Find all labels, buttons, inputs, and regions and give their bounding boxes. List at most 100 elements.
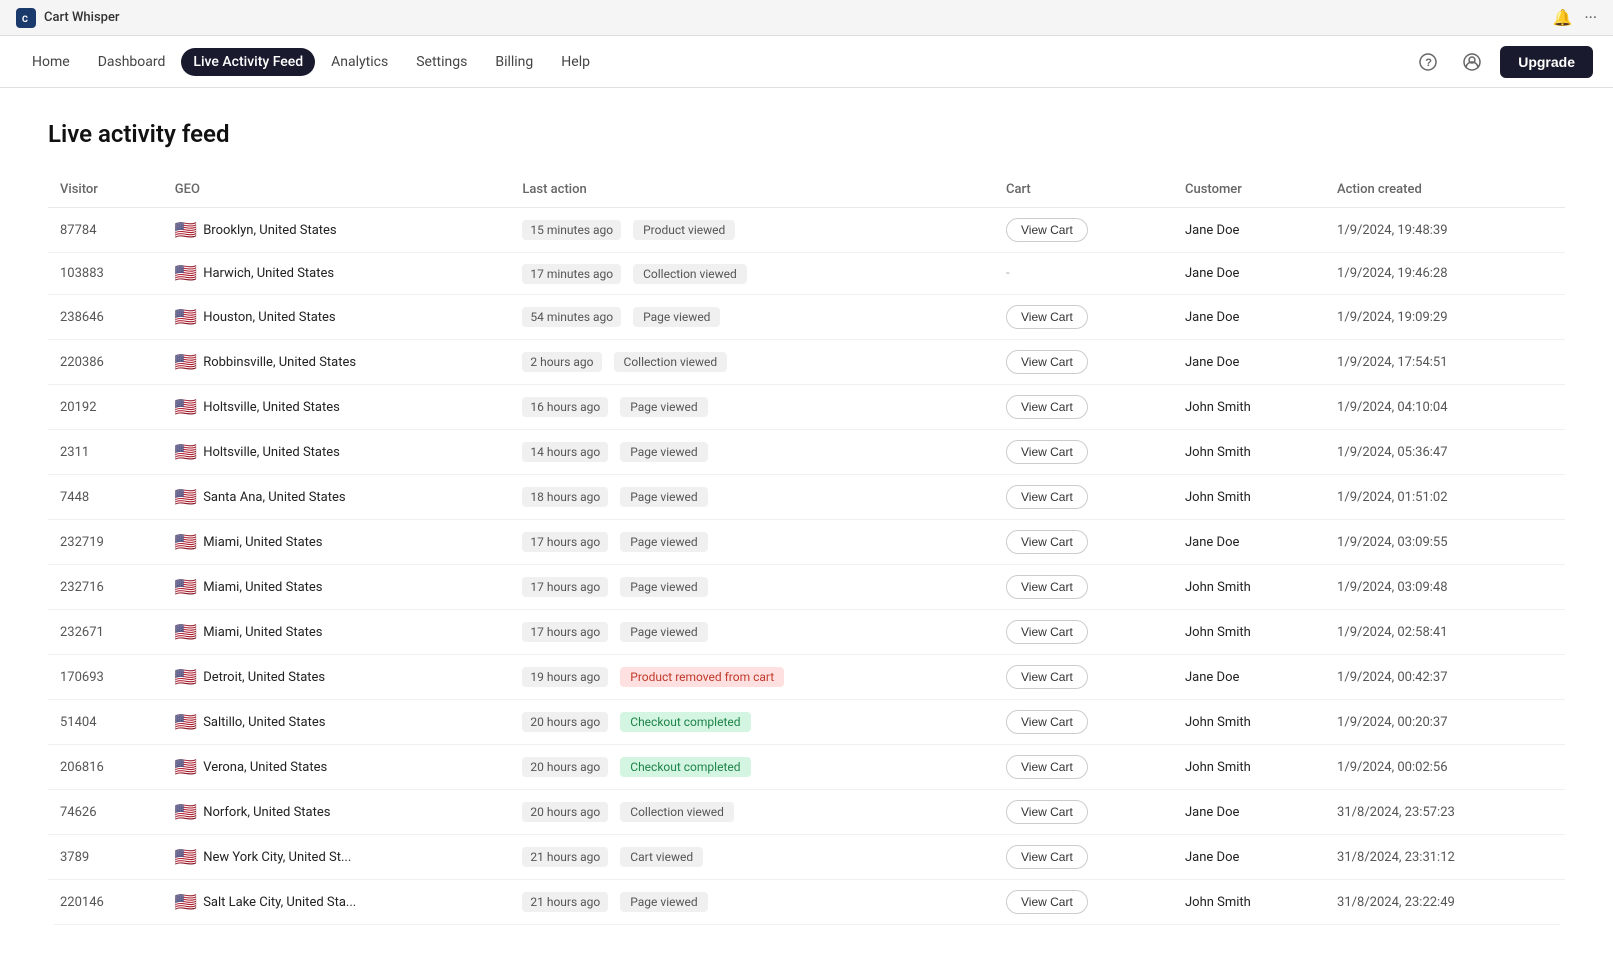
cell-cart[interactable]: View Cart xyxy=(994,385,1173,430)
view-cart-button[interactable]: View Cart xyxy=(1006,845,1088,869)
cell-cart[interactable]: View Cart xyxy=(994,790,1173,835)
cell-last-action: 20 hours agoCollection viewed xyxy=(510,790,994,835)
view-cart-button[interactable]: View Cart xyxy=(1006,710,1088,734)
cell-cart[interactable]: View Cart xyxy=(994,700,1173,745)
flag-icon: 🇺🇸 xyxy=(175,802,197,823)
cell-last-action: 17 hours agoPage viewed xyxy=(510,610,994,655)
bell-icon[interactable]: 🔔 xyxy=(1553,8,1573,27)
action-badge: Product removed from cart xyxy=(620,667,784,687)
view-cart-button[interactable]: View Cart xyxy=(1006,575,1088,599)
time-badge: 17 hours ago xyxy=(522,577,608,597)
view-cart-button[interactable]: View Cart xyxy=(1006,218,1088,242)
cell-customer: Jane Doe xyxy=(1173,253,1325,295)
upgrade-button[interactable]: Upgrade xyxy=(1500,46,1593,78)
action-badge: Page viewed xyxy=(620,892,707,912)
action-badge: Checkout completed xyxy=(620,712,750,732)
cell-action-created: 1/9/2024, 17:54:51 xyxy=(1325,340,1565,385)
cell-customer: Jane Doe xyxy=(1173,790,1325,835)
cell-customer: Jane Doe xyxy=(1173,520,1325,565)
view-cart-button[interactable]: View Cart xyxy=(1006,800,1088,824)
help-button[interactable]: ? xyxy=(1412,46,1444,78)
cell-cart[interactable]: View Cart xyxy=(994,880,1173,925)
cell-cart[interactable]: View Cart xyxy=(994,655,1173,700)
nav-link-help[interactable]: Help xyxy=(549,48,602,76)
cell-cart[interactable]: View Cart xyxy=(994,520,1173,565)
cell-customer: Jane Doe xyxy=(1173,340,1325,385)
nav-link-dashboard[interactable]: Dashboard xyxy=(86,48,178,76)
view-cart-button[interactable]: View Cart xyxy=(1006,305,1088,329)
more-icon[interactable]: ··· xyxy=(1584,8,1597,27)
view-cart-button[interactable]: View Cart xyxy=(1006,755,1088,779)
view-cart-button[interactable]: View Cart xyxy=(1006,665,1088,689)
cell-visitor: 220146 xyxy=(48,880,163,925)
geo-text: Detroit, United States xyxy=(203,670,325,685)
flag-icon: 🇺🇸 xyxy=(175,442,197,463)
cell-visitor: 74626 xyxy=(48,790,163,835)
table-row: 20192🇺🇸Holtsville, United States16 hours… xyxy=(48,385,1565,430)
cell-customer: Jane Doe xyxy=(1173,295,1325,340)
cell-customer: John Smith xyxy=(1173,745,1325,790)
cell-action-created: 31/8/2024, 23:22:49 xyxy=(1325,880,1565,925)
cell-cart[interactable]: View Cart xyxy=(994,208,1173,253)
geo-text: Miami, United States xyxy=(203,535,322,550)
view-cart-button[interactable]: View Cart xyxy=(1006,620,1088,644)
action-badge: Collection viewed xyxy=(633,264,747,284)
nav-link-analytics[interactable]: Analytics xyxy=(319,48,400,76)
cell-action-created: 1/9/2024, 02:58:41 xyxy=(1325,610,1565,655)
time-badge: 2 hours ago xyxy=(522,352,601,372)
view-cart-button[interactable]: View Cart xyxy=(1006,890,1088,914)
cell-cart[interactable]: View Cart xyxy=(994,475,1173,520)
time-badge: 21 hours ago xyxy=(522,892,608,912)
cell-cart[interactable]: View Cart xyxy=(994,340,1173,385)
cell-cart[interactable]: View Cart xyxy=(994,430,1173,475)
cell-geo: 🇺🇸Santa Ana, United States xyxy=(163,475,511,520)
cell-geo: 🇺🇸Saltillo, United States xyxy=(163,700,511,745)
col-header-cart: Cart xyxy=(994,172,1173,208)
cell-geo: 🇺🇸Harwich, United States xyxy=(163,253,511,295)
cell-action-created: 1/9/2024, 00:20:37 xyxy=(1325,700,1565,745)
table-row: 170693🇺🇸Detroit, United States19 hours a… xyxy=(48,655,1565,700)
cell-customer: John Smith xyxy=(1173,565,1325,610)
table-header: VisitorGEOLast actionCartCustomerAction … xyxy=(48,172,1565,208)
table-row: 232671🇺🇸Miami, United States17 hours ago… xyxy=(48,610,1565,655)
cell-customer: John Smith xyxy=(1173,385,1325,430)
time-badge: 20 hours ago xyxy=(522,757,608,777)
account-button[interactable] xyxy=(1456,46,1488,78)
browser-bar-left: C Cart Whisper xyxy=(16,8,120,28)
page-title: Live activity feed xyxy=(48,120,1565,148)
nav-link-settings[interactable]: Settings xyxy=(404,48,479,76)
view-cart-button[interactable]: View Cart xyxy=(1006,485,1088,509)
flag-icon: 🇺🇸 xyxy=(175,220,197,241)
cell-cart[interactable]: View Cart xyxy=(994,745,1173,790)
nav-link-billing[interactable]: Billing xyxy=(483,48,545,76)
cell-geo: 🇺🇸Miami, United States xyxy=(163,520,511,565)
flag-icon: 🇺🇸 xyxy=(175,263,197,284)
view-cart-button[interactable]: View Cart xyxy=(1006,440,1088,464)
view-cart-button[interactable]: View Cart xyxy=(1006,530,1088,554)
view-cart-button[interactable]: View Cart xyxy=(1006,350,1088,374)
nav-links: HomeDashboardLive Activity FeedAnalytics… xyxy=(20,48,602,76)
table-row: 3789🇺🇸New York City, United St...21 hour… xyxy=(48,835,1565,880)
cell-customer: Jane Doe xyxy=(1173,835,1325,880)
nav-link-live-activity-feed[interactable]: Live Activity Feed xyxy=(181,48,315,76)
cell-visitor: 103883 xyxy=(48,253,163,295)
cell-customer: John Smith xyxy=(1173,430,1325,475)
cell-action-created: 1/9/2024, 05:36:47 xyxy=(1325,430,1565,475)
view-cart-button[interactable]: View Cart xyxy=(1006,395,1088,419)
table-row: 7448🇺🇸Santa Ana, United States18 hours a… xyxy=(48,475,1565,520)
cell-last-action: 17 minutes agoCollection viewed xyxy=(510,253,994,295)
cell-cart[interactable]: View Cart xyxy=(994,835,1173,880)
cell-cart[interactable]: View Cart xyxy=(994,295,1173,340)
action-badge: Collection viewed xyxy=(620,802,734,822)
cell-cart[interactable]: View Cart xyxy=(994,610,1173,655)
action-badge: Collection viewed xyxy=(614,352,728,372)
flag-icon: 🇺🇸 xyxy=(175,487,197,508)
cell-visitor: 170693 xyxy=(48,655,163,700)
nav-link-home[interactable]: Home xyxy=(20,48,82,76)
cell-last-action: 15 minutes agoProduct viewed xyxy=(510,208,994,253)
cell-geo: 🇺🇸Miami, United States xyxy=(163,565,511,610)
cell-last-action: 17 hours agoPage viewed xyxy=(510,565,994,610)
time-badge: 14 hours ago xyxy=(522,442,608,462)
cell-action-created: 1/9/2024, 19:46:28 xyxy=(1325,253,1565,295)
cell-cart[interactable]: View Cart xyxy=(994,565,1173,610)
